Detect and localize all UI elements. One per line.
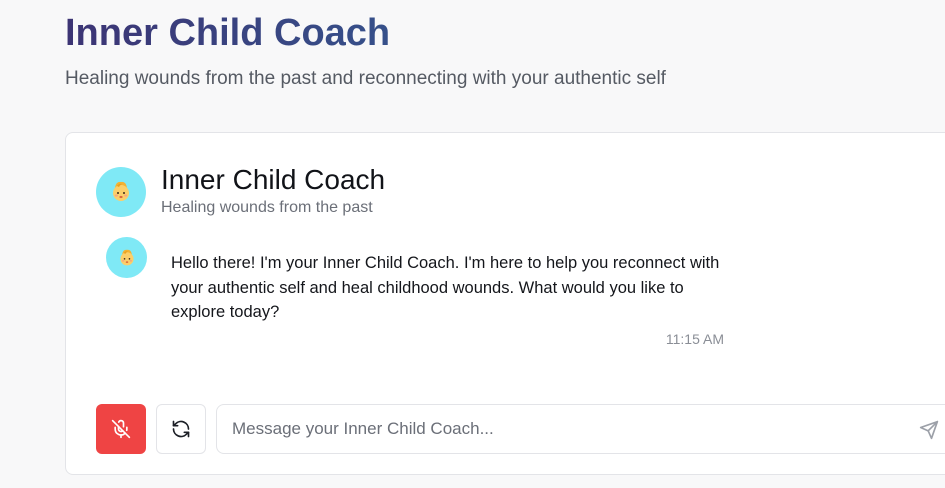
- message-input[interactable]: [217, 405, 912, 453]
- chat-card: Inner Child Coach Healing wounds from th…: [65, 132, 945, 475]
- baby-face-icon: [119, 249, 134, 265]
- page-title: Inner Child Coach: [65, 12, 391, 54]
- message-input-container: [216, 404, 945, 454]
- page: Inner Child Coach Healing wounds from th…: [0, 0, 945, 488]
- refresh-icon: [172, 420, 190, 438]
- coach-avatar: [96, 167, 146, 217]
- coach-tagline: Healing wounds from the past: [161, 199, 373, 216]
- baby-face-icon: [113, 181, 129, 201]
- message-text: Hello there! I'm your Inner Child Coach.…: [171, 254, 720, 321]
- page-subtitle: Healing wounds from the past and reconne…: [65, 68, 666, 89]
- mic-off-icon: [111, 419, 131, 439]
- mic-toggle-button[interactable]: [96, 404, 146, 454]
- send-icon: [919, 420, 939, 440]
- message-avatar: [106, 237, 147, 278]
- coach-name: Inner Child Coach: [161, 164, 386, 195]
- send-button[interactable]: [917, 418, 941, 442]
- message-timestamp: 11:15 AM: [665, 331, 724, 347]
- refresh-button[interactable]: [156, 404, 206, 454]
